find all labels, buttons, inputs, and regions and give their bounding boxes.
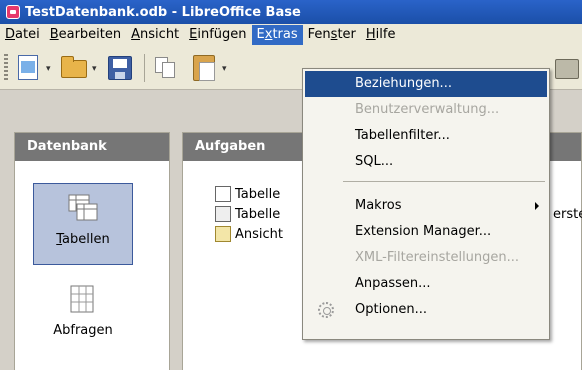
menuitem-label: Makros [355, 198, 402, 213]
menuitem-anpassen[interactable]: Anpassen... [305, 271, 547, 297]
menu-hilfe-key: H [365, 27, 376, 42]
new-document-icon [18, 55, 38, 80]
menu-extras-pre: E [256, 27, 265, 42]
menu-extras[interactable]: Extras [251, 25, 303, 45]
gear-icon [318, 302, 334, 318]
copy-icon-front [162, 62, 175, 78]
save-button[interactable] [106, 54, 134, 82]
table-wizard-icon [215, 206, 231, 222]
task-label: Tabelle [235, 206, 281, 222]
menu-datei[interactable]: Datei [0, 25, 45, 45]
tables-label-rest: abellen [62, 232, 110, 247]
open-button[interactable] [60, 54, 88, 82]
window-title: TestDatenbank.odb - LibreOffice Base [25, 4, 301, 20]
copy-button[interactable] [152, 54, 180, 82]
menuitem-label: Benutzerverwaltung... [355, 102, 500, 117]
database-panel-header: Datenbank [15, 133, 169, 161]
form-button[interactable] [552, 54, 580, 82]
task-description-fragment: erstel [553, 205, 582, 223]
menu-bar: Datei Bearbeiten Ansicht Einfügen Extras… [0, 24, 582, 46]
paste-dropdown[interactable]: ▾ [222, 65, 231, 74]
queries-item[interactable]: Abfragen [33, 285, 133, 355]
task-label: Tabelle [235, 186, 281, 202]
task-create-view[interactable]: Ansicht [215, 225, 283, 243]
tables-icon [68, 194, 98, 221]
menu-extras-rest: tras [272, 27, 298, 42]
table-design-icon [215, 186, 231, 202]
menuitem-benutzerverwaltung[interactable]: Benutzerverwaltung... [305, 97, 547, 123]
task-create-table-design[interactable]: Tabelle [215, 185, 280, 203]
menuitem-label: XML-Filtereinstellungen... [355, 250, 520, 265]
menu-hilfe[interactable]: Hilfe [361, 25, 401, 45]
menuitem-beziehungen[interactable]: Beziehungen... [305, 71, 547, 97]
menu-bearbeiten[interactable]: Bearbeiten [45, 25, 126, 45]
menu-datei-key: D [5, 27, 16, 42]
toolbar-separator [144, 54, 145, 82]
tables-item[interactable]: Tabellen [33, 183, 133, 265]
menu-separator [343, 181, 545, 182]
extras-menu: Beziehungen... Benutzerverwaltung... Tab… [302, 68, 550, 340]
menu-ansicht-rest: nsicht [140, 27, 180, 42]
menuitem-label: SQL... [355, 154, 394, 169]
paste-icon [193, 55, 215, 81]
queries-label: Abfragen [53, 323, 113, 338]
menu-ansicht[interactable]: Ansicht [126, 25, 184, 45]
menuitem-label: Extension Manager... [355, 224, 492, 239]
save-icon [108, 56, 132, 80]
menu-ansicht-key: A [131, 27, 141, 42]
menuitem-extension-manager[interactable]: Extension Manager... [305, 219, 547, 245]
new-document-dropdown[interactable]: ▾ [46, 65, 55, 74]
view-icon [215, 226, 231, 242]
menu-hilfe-rest: ilfe [375, 27, 396, 42]
copy-icon [155, 57, 177, 79]
libreoffice-base-icon [6, 5, 20, 19]
toolbar-grip[interactable] [4, 54, 8, 82]
paste-button[interactable] [190, 54, 218, 82]
open-dropdown[interactable]: ▾ [92, 65, 101, 74]
menuitem-xml-filtereinstellungen[interactable]: XML-Filtereinstellungen... [305, 245, 547, 271]
new-document-button[interactable] [14, 54, 42, 82]
menuitem-sql[interactable]: SQL... [305, 149, 547, 175]
menu-einfuegen-rest: infügen [197, 27, 247, 42]
submenu-arrow-icon [535, 202, 539, 210]
menuitem-optionen[interactable]: Optionen... [305, 297, 547, 323]
task-create-table-wizard[interactable]: Tabelle [215, 205, 280, 223]
menu-fenster[interactable]: Fenster [303, 25, 361, 45]
menu-bearbeiten-key: B [49, 27, 59, 42]
menuitem-label: Tabellenfilter... [355, 128, 450, 143]
menuitem-tabellenfilter[interactable]: Tabellenfilter... [305, 123, 547, 149]
task-label: Ansicht [235, 226, 284, 242]
title-bar: TestDatenbank.odb - LibreOffice Base [0, 0, 582, 24]
menu-datei-rest: atei [15, 27, 40, 42]
menuitem-label: Beziehungen... [355, 76, 452, 91]
task-description-text: erstel [553, 206, 582, 222]
menuitem-makros[interactable]: Makros [305, 193, 547, 219]
form-icon [555, 59, 579, 79]
queries-icon [70, 285, 94, 313]
tables-label: Tabellen [34, 232, 132, 247]
menu-bearbeiten-rest: earbeiten [58, 27, 122, 42]
menuitem-label: Anpassen... [355, 276, 431, 291]
folder-icon [61, 56, 87, 78]
database-panel: Datenbank Tabellen Abfragen [14, 132, 170, 370]
menu-fenster-rest: ter [337, 27, 356, 42]
menu-einfuegen[interactable]: Einfügen [184, 25, 251, 45]
menuitem-label: Optionen... [355, 302, 428, 317]
menu-fenster-pre: Fen [307, 27, 331, 42]
